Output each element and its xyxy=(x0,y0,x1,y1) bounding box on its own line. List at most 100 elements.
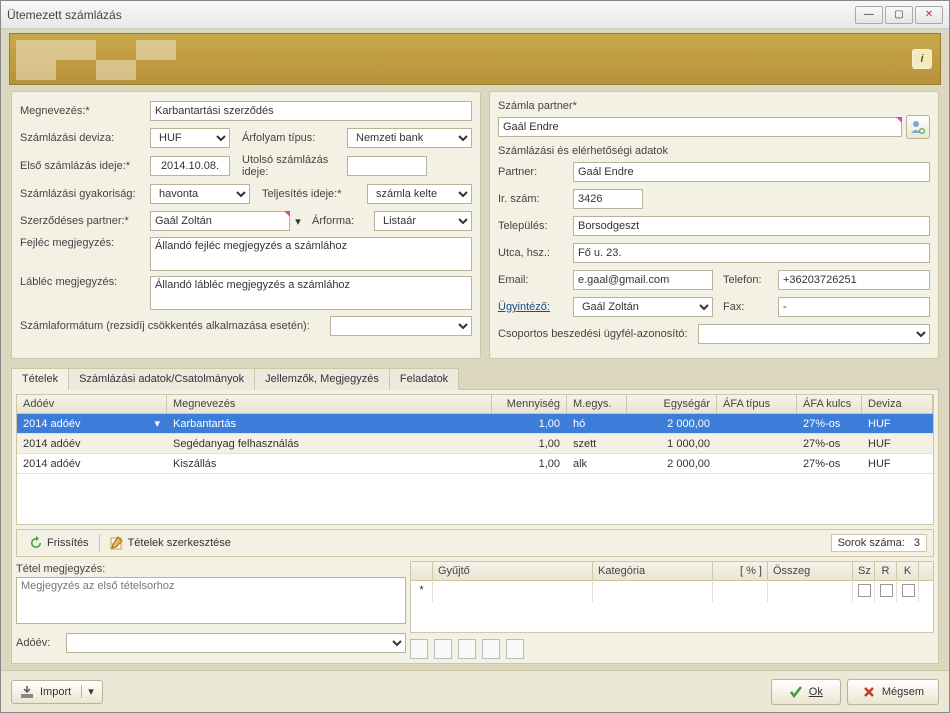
first-invoice-input[interactable] xyxy=(150,156,230,176)
col-quantity[interactable]: Mennyiség xyxy=(492,395,567,413)
partner-readonly xyxy=(573,162,930,182)
item-note-label: Tétel megjegyzés: xyxy=(16,563,406,575)
doc-action-4[interactable] xyxy=(482,639,500,659)
tab-content: Adóév Megnevezés Mennyiség M.egys. Egysé… xyxy=(11,389,939,664)
edit-items-button[interactable]: Tételek szerkesztése xyxy=(104,534,237,552)
col-currency[interactable]: Deviza xyxy=(862,395,933,413)
header-note-textarea[interactable]: Állandó fejléc megjegyzés a számlához xyxy=(150,237,472,271)
refresh-button[interactable]: Frissítés xyxy=(23,534,95,552)
doc-action-3[interactable] xyxy=(458,639,476,659)
col-vat-type[interactable]: ÁFA típus xyxy=(717,395,797,413)
col-vat-rate[interactable]: ÁFA kulcs xyxy=(797,395,862,413)
contact-section-header: Számlázási és elérhetőségi adatok xyxy=(498,145,930,157)
tab-items[interactable]: Tételek xyxy=(11,368,69,390)
col-collector[interactable]: Gyűjtő xyxy=(433,562,593,580)
email-input[interactable] xyxy=(573,270,713,290)
banner-decoration xyxy=(16,40,216,80)
doc-action-5[interactable] xyxy=(506,639,524,659)
price-form-select[interactable]: Listaár xyxy=(374,211,472,231)
doc-action-2[interactable] xyxy=(434,639,452,659)
invoice-format-select[interactable] xyxy=(330,316,472,336)
header-note-label: Fejléc megjegyzés: xyxy=(20,237,150,249)
direct-debit-select[interactable] xyxy=(698,324,930,344)
required-marker-icon xyxy=(896,117,902,123)
tab-invoice-data[interactable]: Számlázási adatok/Csatolmányok xyxy=(68,368,255,390)
col-name[interactable]: Megnevezés xyxy=(167,395,492,413)
person-add-icon xyxy=(910,119,926,135)
detail-icon-bar xyxy=(410,639,934,659)
last-invoice-input[interactable] xyxy=(347,156,427,176)
tax-year-filter-select[interactable] xyxy=(66,633,406,653)
maximize-button[interactable]: ▢ xyxy=(885,6,913,24)
dialog-footer: Import ▾ Ok Mégsem xyxy=(1,670,949,712)
add-partner-button[interactable] xyxy=(906,115,930,139)
tax-year-filter-label: Adóév: xyxy=(16,637,66,649)
edit-icon xyxy=(110,536,124,550)
tab-attributes[interactable]: Jellemzők, Megjegyzés xyxy=(254,368,390,390)
col-category[interactable]: Kategória xyxy=(593,562,713,580)
fax-input[interactable] xyxy=(778,297,930,317)
grid-row[interactable]: 2014 adóév Segédanyag felhasználás 1,00 … xyxy=(17,434,933,454)
administrator-link[interactable]: Ügyintéző: xyxy=(498,301,573,313)
ok-button[interactable]: Ok xyxy=(771,679,841,705)
contract-partner-input[interactable] xyxy=(150,211,290,231)
col-sz[interactable]: Sz xyxy=(853,562,875,580)
checkbox-r[interactable] xyxy=(880,584,893,597)
required-marker-icon xyxy=(284,211,290,217)
frequency-select[interactable]: havonta xyxy=(150,184,250,204)
doc-action-1[interactable] xyxy=(410,639,428,659)
titlebar: Ütemezett számlázás — ▢ ✕ xyxy=(1,1,949,29)
grid-row[interactable]: 2014 adóév▾ Karbantartás 1,00 hó 2 000,0… xyxy=(17,414,933,434)
close-button[interactable]: ✕ xyxy=(915,6,943,24)
col-amount[interactable]: Összeg xyxy=(768,562,853,580)
detail-new-row[interactable]: * xyxy=(411,581,933,603)
dropdown-icon[interactable]: ▾ xyxy=(290,215,306,228)
items-toolbar: Frissítés Tételek szerkesztése Sorok szá… xyxy=(16,529,934,557)
minimize-button[interactable]: — xyxy=(855,6,883,24)
tab-tasks[interactable]: Feladatok xyxy=(389,368,459,390)
refresh-icon xyxy=(29,536,43,550)
partner-panel: Számla partner* Számlázási és elérhetősé… xyxy=(489,91,939,359)
currency-select[interactable]: HUF xyxy=(150,128,230,148)
phone-input[interactable] xyxy=(778,270,930,290)
col-k[interactable]: K xyxy=(897,562,919,580)
row-count-box: Sorok száma: 3 xyxy=(831,534,927,552)
fulfillment-select[interactable]: számla kelte xyxy=(367,184,472,204)
cancel-icon xyxy=(862,685,876,699)
street-label: Utca, hsz.: xyxy=(498,247,573,259)
col-r[interactable]: R xyxy=(875,562,897,580)
name-input[interactable] xyxy=(150,101,472,121)
city-label: Település: xyxy=(498,220,573,232)
grid-header: Adóév Megnevezés Mennyiség M.egys. Egysé… xyxy=(17,395,933,414)
col-unit-price[interactable]: Egységár xyxy=(627,395,717,413)
import-icon xyxy=(20,685,34,699)
col-tax-year[interactable]: Adóév xyxy=(17,395,167,413)
last-invoice-label: Utolsó számlázás ideje: xyxy=(242,154,347,178)
import-button[interactable]: Import ▾ xyxy=(11,680,103,704)
email-label: Email: xyxy=(498,274,573,286)
currency-label: Számlázási deviza: xyxy=(20,132,150,144)
checkbox-k[interactable] xyxy=(902,584,915,597)
fulfillment-label: Teljesítés ideje:* xyxy=(262,188,367,200)
info-icon[interactable]: i xyxy=(912,49,932,69)
city-readonly xyxy=(573,216,930,236)
grid-row[interactable]: 2014 adóév Kiszállás 1,00 alk 2 000,00 2… xyxy=(17,454,933,474)
administrator-select[interactable]: Gaál Zoltán xyxy=(573,297,713,317)
col-unit[interactable]: M.egys. xyxy=(567,395,627,413)
street-readonly xyxy=(573,243,930,263)
exchange-type-select[interactable]: Nemzeti bank xyxy=(347,128,472,148)
window-controls: — ▢ ✕ xyxy=(855,6,943,24)
cancel-button[interactable]: Mégsem xyxy=(847,679,939,705)
col-percent[interactable]: [ % ] xyxy=(713,562,768,580)
invoice-format-label: Számlaformátum (rezsidíj csökkentés alka… xyxy=(20,320,330,332)
checkbox-sz[interactable] xyxy=(858,584,871,597)
invoice-partner-input[interactable] xyxy=(498,117,902,137)
item-note-textarea[interactable]: Megjegyzés az első tételsorhoz xyxy=(16,577,406,624)
import-dropdown-icon[interactable]: ▾ xyxy=(81,685,94,698)
tab-strip: Tételek Számlázási adatok/Csatolmányok J… xyxy=(11,368,939,390)
footer-note-textarea[interactable]: Állandó lábléc megjegyzés a számlához xyxy=(150,276,472,310)
detail-grid[interactable]: Gyűjtő Kategória [ % ] Összeg Sz R K * xyxy=(410,561,934,633)
partner-label: Partner: xyxy=(498,166,573,178)
direct-debit-label: Csoportos beszedési ügyfél-azonosító: xyxy=(498,328,698,340)
items-grid[interactable]: Adóév Megnevezés Mennyiség M.egys. Egysé… xyxy=(16,394,934,525)
